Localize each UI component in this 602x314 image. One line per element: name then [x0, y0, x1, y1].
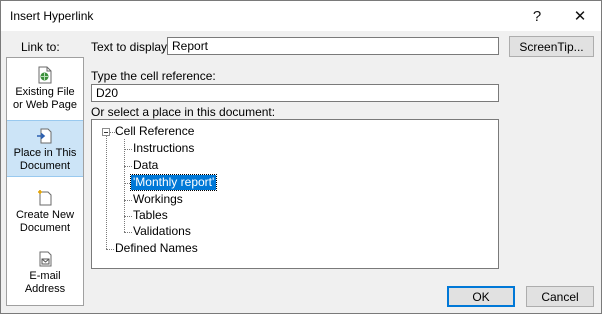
- screentip-button[interactable]: ScreenTip...: [509, 36, 594, 57]
- tree-item[interactable]: Workings: [133, 192, 183, 207]
- tree-item[interactable]: Instructions: [133, 141, 194, 156]
- link-create-new-button[interactable]: Create New Document: [7, 189, 83, 239]
- help-button[interactable]: ?: [519, 3, 555, 29]
- tree-connector: [124, 139, 125, 232]
- tree-root-defined-names[interactable]: Defined Names: [115, 241, 198, 256]
- tree-connector: [106, 136, 107, 249]
- cell-reference-label: Type the cell reference:: [91, 69, 216, 83]
- link-to-bar: Existing File or Web Page Place in This …: [6, 57, 84, 306]
- link-email-button[interactable]: E-mail Address: [7, 250, 83, 300]
- email-icon: [39, 251, 52, 267]
- title-bar: Insert Hyperlink ? ✕: [1, 1, 601, 31]
- link-create-new-line2: Document: [19, 222, 71, 234]
- text-to-display-label: Text to display:: [91, 40, 171, 54]
- place-in-document-icon: [37, 128, 52, 144]
- cancel-button[interactable]: Cancel: [526, 286, 594, 307]
- link-email-line2: Address: [24, 283, 66, 295]
- close-button[interactable]: ✕: [562, 3, 598, 29]
- tree-item[interactable]: Data: [133, 158, 158, 173]
- tree-connector: [124, 200, 132, 201]
- tree-connector: [124, 149, 132, 150]
- tree-root-cell-reference[interactable]: Cell Reference: [115, 124, 194, 139]
- dialog-title: Insert Hyperlink: [10, 9, 94, 23]
- link-to-label: Link to:: [21, 40, 60, 54]
- tree-connector: [124, 216, 132, 217]
- link-place-in-document-button[interactable]: Place in This Document: [7, 120, 83, 177]
- link-email-line1: E-mail: [29, 270, 61, 282]
- ok-button[interactable]: OK: [447, 286, 515, 307]
- tree-item-selected[interactable]: 'Monthly report': [129, 174, 218, 191]
- link-place-in-document-line1: Place in This: [13, 147, 77, 159]
- link-existing-file-line2: or Web Page: [12, 99, 77, 111]
- place-tree[interactable]: Cell Reference Instructions Data 'Monthl…: [91, 119, 499, 269]
- link-create-new-line1: Create New: [15, 209, 75, 221]
- cell-reference-input[interactable]: D20: [91, 84, 499, 102]
- text-to-display-input[interactable]: Report: [167, 37, 499, 55]
- link-existing-file-line1: Existing File: [15, 86, 75, 98]
- tree-collapse-toggle[interactable]: [102, 128, 110, 136]
- link-existing-file-button[interactable]: Existing File or Web Page: [7, 66, 83, 116]
- tree-connector: [106, 249, 114, 250]
- tree-item[interactable]: Validations: [133, 224, 191, 239]
- insert-hyperlink-dialog: Insert Hyperlink ? ✕ Link to: Existing F…: [0, 0, 602, 314]
- new-document-icon: [38, 190, 52, 206]
- tree-connector: [124, 166, 132, 167]
- place-label: Or select a place in this document:: [91, 105, 276, 119]
- existing-file-icon: [38, 66, 52, 84]
- link-place-in-document-line2: Document: [19, 160, 71, 172]
- tree-connector: [124, 232, 132, 233]
- tree-item[interactable]: Tables: [133, 208, 168, 223]
